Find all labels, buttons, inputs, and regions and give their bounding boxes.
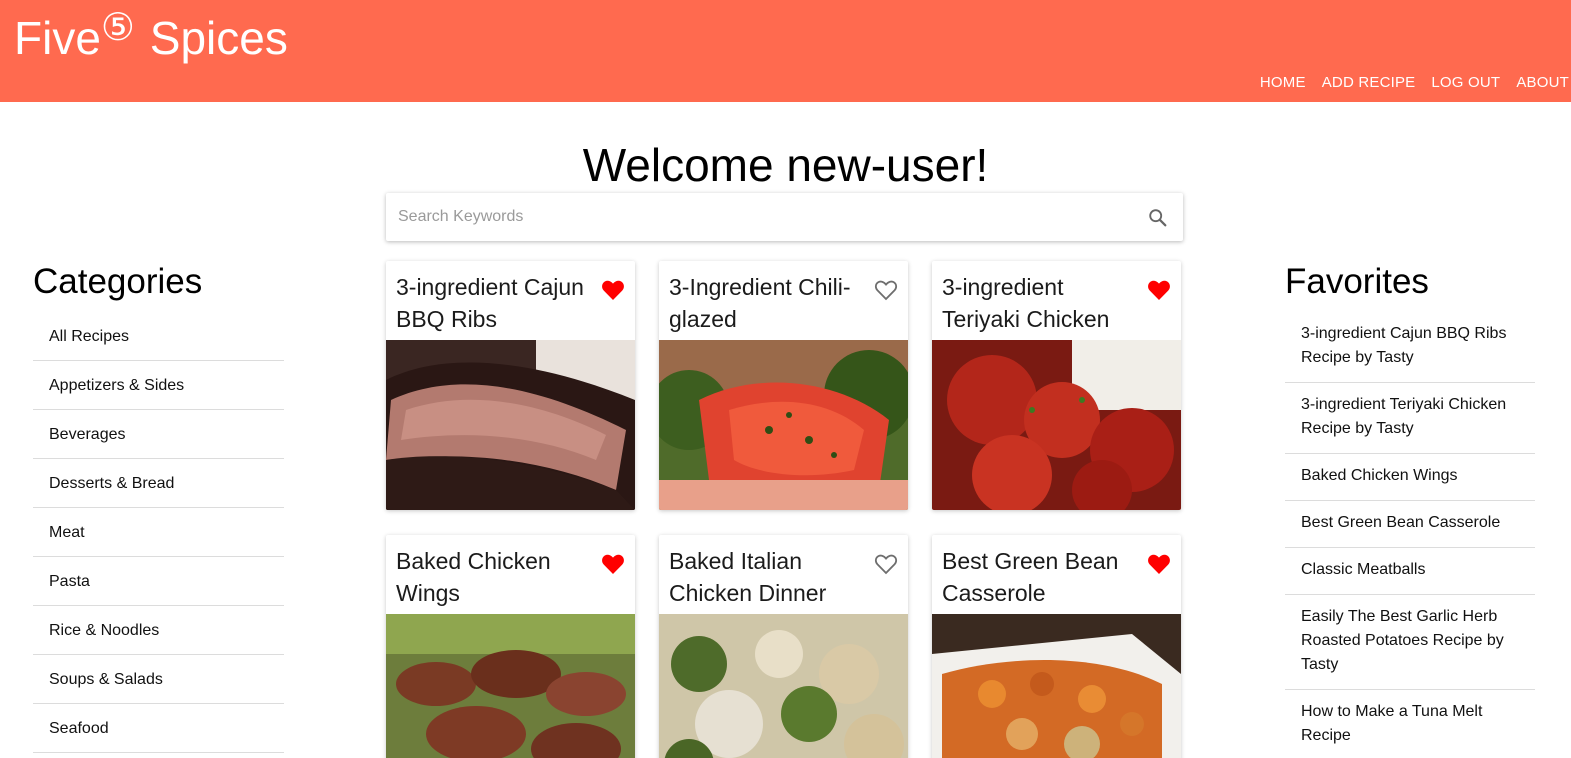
favorite-item[interactable]: 3-ingredient Cajun BBQ Ribs Recipe by Ta…	[1285, 312, 1535, 383]
nav-about[interactable]: ABOUT	[1516, 74, 1569, 91]
categories-title: Categories	[33, 262, 203, 301]
favorite-item[interactable]: Best Green Bean Casserole	[1285, 501, 1535, 548]
favorite-item[interactable]: Easily The Best Garlic Herb Roasted Pota…	[1285, 595, 1535, 690]
recipe-image-chicken-wings[interactable]	[386, 614, 635, 758]
search-bar	[386, 193, 1183, 241]
favorites-sidebar: Favorites 3-ingredient Cajun BBQ Ribs Re…	[1285, 262, 1535, 758]
heart-filled-icon[interactable]	[1147, 553, 1171, 575]
categories-list: All Recipes Appetizers & Sides Beverages…	[33, 312, 284, 753]
favorites-list: 3-ingredient Cajun BBQ Ribs Recipe by Ta…	[1285, 312, 1535, 758]
recipe-title[interactable]: Baked Italian Chicken Dinner	[669, 545, 864, 609]
brand-name-left: Five	[14, 12, 101, 64]
recipe-image-teriyaki-chicken[interactable]	[932, 340, 1181, 510]
nav-add-recipe[interactable]: ADD RECIPE	[1322, 74, 1416, 91]
recipe-card[interactable]: Baked Italian Chicken Dinner	[659, 535, 908, 758]
recipe-title[interactable]: 3-ingredient Cajun BBQ Ribs	[396, 271, 591, 335]
heart-outline-icon[interactable]	[874, 553, 898, 575]
recipe-image-casserole[interactable]	[932, 614, 1181, 758]
category-appetizers-sides[interactable]: Appetizers & Sides	[33, 361, 284, 410]
heart-outline-icon[interactable]	[874, 279, 898, 301]
recipe-card[interactable]: Baked Chicken Wings	[386, 535, 635, 758]
favorite-item[interactable]: Baked Chicken Wings	[1285, 454, 1535, 501]
recipe-title[interactable]: Best Green Bean Casserole	[942, 545, 1137, 609]
recipe-title[interactable]: 3-ingredient Teriyaki Chicken	[942, 271, 1137, 335]
category-pasta[interactable]: Pasta	[33, 557, 284, 606]
favorite-item[interactable]: 3-ingredient Teriyaki Chicken Recipe by …	[1285, 383, 1535, 454]
recipe-title[interactable]: 3-Ingredient Chili-glazed	[669, 271, 864, 335]
recipe-image-italian-chicken[interactable]	[659, 614, 908, 758]
recipe-image-chili-glazed[interactable]	[659, 340, 908, 510]
category-desserts-bread[interactable]: Desserts & Bread	[33, 459, 284, 508]
brand-logo[interactable]: Five⑤ Spices	[14, 7, 288, 70]
app-header: Five⑤ Spices HOME ADD RECIPE LOG OUT ABO…	[0, 0, 1571, 102]
heart-filled-icon[interactable]	[601, 279, 625, 301]
recipe-image-ribs[interactable]	[386, 340, 635, 510]
heart-filled-icon[interactable]	[601, 553, 625, 575]
recipe-card[interactable]: Best Green Bean Casserole	[932, 535, 1181, 758]
recipe-title[interactable]: Baked Chicken Wings	[396, 545, 591, 609]
category-soups-salads[interactable]: Soups & Salads	[33, 655, 284, 704]
category-rice-noodles[interactable]: Rice & Noodles	[33, 606, 284, 655]
welcome-heading: Welcome new-user!	[582, 139, 989, 191]
favorite-item[interactable]: Classic Meatballs	[1285, 548, 1535, 595]
search-input[interactable]	[398, 193, 1118, 241]
search-icon[interactable]	[1147, 207, 1169, 229]
category-beverages[interactable]: Beverages	[33, 410, 284, 459]
category-meat[interactable]: Meat	[33, 508, 284, 557]
brand-name-right: Spices	[149, 12, 288, 64]
nav-home[interactable]: HOME	[1260, 74, 1306, 91]
circled-five-icon: ⑤	[100, 7, 135, 49]
nav-log-out[interactable]: LOG OUT	[1431, 74, 1500, 91]
recipe-card[interactable]: 3-ingredient Teriyaki Chicken	[932, 261, 1181, 510]
recipe-card[interactable]: 3-Ingredient Chili-glazed	[659, 261, 908, 510]
top-nav: HOME ADD RECIPE LOG OUT ABOUT	[1260, 74, 1569, 91]
recipe-card[interactable]: 3-ingredient Cajun BBQ Ribs	[386, 261, 635, 510]
category-seafood[interactable]: Seafood	[33, 704, 284, 753]
heart-filled-icon[interactable]	[1147, 279, 1171, 301]
favorites-title: Favorites	[1285, 262, 1429, 301]
category-all-recipes[interactable]: All Recipes	[33, 312, 284, 361]
categories-sidebar: Categories All Recipes Appetizers & Side…	[33, 262, 284, 753]
favorite-item[interactable]: How to Make a Tuna Melt Recipe	[1285, 690, 1535, 758]
